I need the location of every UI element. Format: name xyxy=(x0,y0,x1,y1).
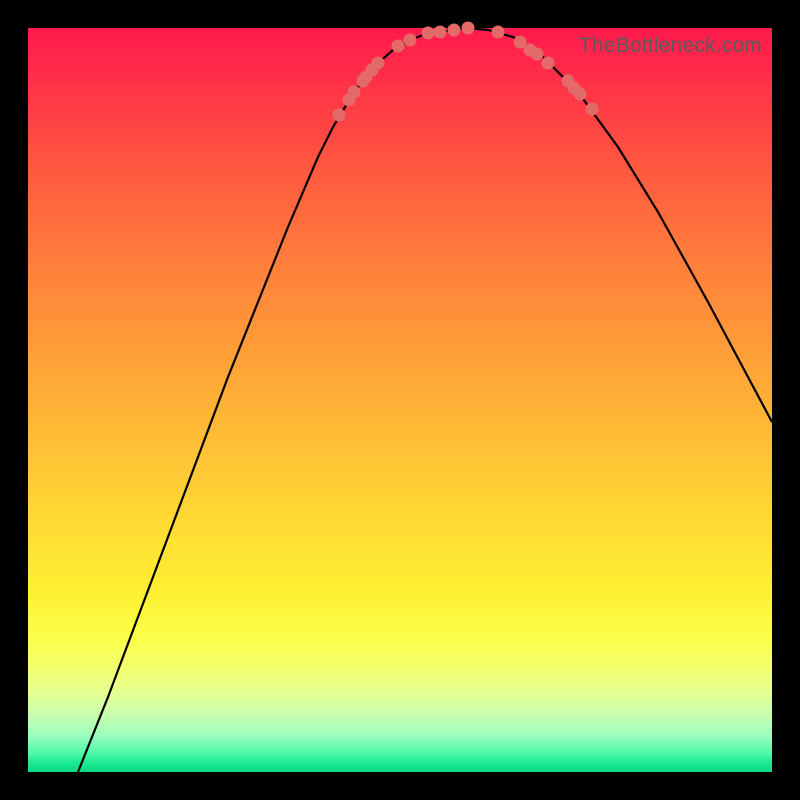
chart-plot-area: TheBottleneck.com xyxy=(28,28,772,772)
curve-marker xyxy=(531,48,544,61)
curve-marker xyxy=(462,22,475,35)
curve-marker xyxy=(574,88,587,101)
curve-marker xyxy=(586,103,599,116)
curve-marker xyxy=(422,27,435,40)
bottleneck-curve xyxy=(78,28,772,772)
curve-marker xyxy=(333,109,346,122)
curve-marker xyxy=(448,24,461,37)
curve-marker xyxy=(404,34,417,47)
curve-marker xyxy=(434,26,447,39)
chart-svg xyxy=(28,28,772,772)
curve-marker xyxy=(392,40,405,53)
curve-marker xyxy=(542,57,555,70)
curve-marker xyxy=(372,57,385,70)
curve-marker xyxy=(348,86,361,99)
chart-frame: TheBottleneck.com xyxy=(0,0,800,800)
curve-marker xyxy=(492,26,505,39)
